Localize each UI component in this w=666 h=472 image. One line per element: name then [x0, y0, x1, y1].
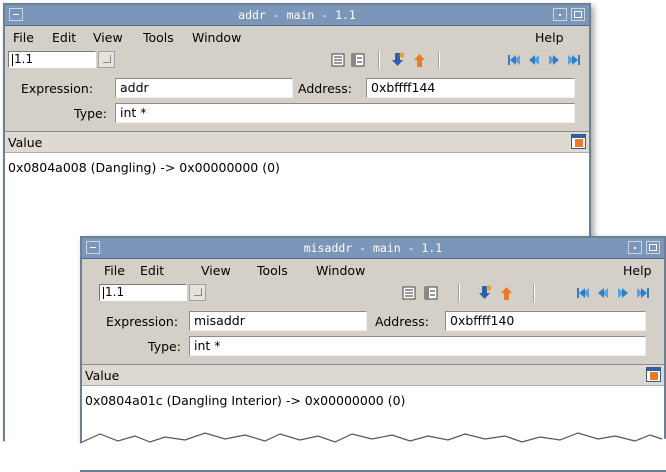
menu-help[interactable]: Help	[535, 30, 564, 45]
menu-edit[interactable]: Edit	[52, 30, 76, 45]
previous-icon[interactable]	[525, 51, 543, 69]
panel-layout-icon[interactable]	[646, 367, 661, 382]
menu-file[interactable]: File	[13, 30, 34, 45]
menu-edit[interactable]: Edit	[140, 263, 164, 278]
title-bar[interactable]: addr - main - 1.1	[5, 5, 589, 26]
window-title: addr - main - 1.1	[238, 8, 356, 22]
toolbar-separator	[458, 284, 460, 302]
window-title: misaddr - main - 1.1	[303, 241, 443, 255]
expand-icon[interactable]	[422, 284, 440, 302]
value-header-label: Value	[8, 135, 43, 150]
address-field[interactable]: 0xbffff144	[366, 78, 575, 98]
previous-icon[interactable]	[594, 284, 612, 302]
toolbar-separator	[378, 51, 380, 69]
panel-layout-icon[interactable]	[571, 134, 586, 149]
menu-tools[interactable]: Tools	[257, 263, 288, 278]
value-header: Value	[5, 132, 589, 153]
toolbar-separator	[438, 51, 440, 69]
frame-number-field[interactable]: 1.1	[99, 284, 187, 301]
value-header-label: Value	[85, 368, 120, 383]
last-icon[interactable]	[565, 51, 583, 69]
toolbar-separator	[533, 284, 535, 302]
address-field[interactable]: 0xbffff140	[445, 311, 646, 331]
expression-label: Expression:	[106, 314, 179, 329]
type-label: Type:	[148, 339, 181, 354]
minimize-button[interactable]	[553, 8, 567, 21]
expression-label: Expression:	[21, 81, 94, 96]
frame-number-value: 1.1	[105, 285, 125, 299]
address-label: Address:	[375, 314, 429, 329]
expand-icon[interactable]	[349, 51, 367, 69]
next-icon[interactable]	[545, 51, 563, 69]
down-arrow-icon[interactable]	[476, 284, 494, 302]
torn-edge-overlay	[0, 432, 666, 470]
expression-input[interactable]: addr	[115, 78, 293, 98]
menu-file[interactable]: File	[104, 263, 125, 278]
menu-window[interactable]: Window	[316, 263, 365, 278]
frame-number-value: 1.1	[14, 52, 34, 66]
frame-number-field[interactable]: 1.1	[8, 51, 96, 68]
last-icon[interactable]	[634, 284, 652, 302]
title-bar[interactable]: misaddr - main - 1.1	[82, 238, 664, 259]
first-icon[interactable]	[505, 51, 523, 69]
maximize-button[interactable]	[571, 8, 585, 21]
menu-bar: File Edit View Tools Window Help	[5, 26, 589, 48]
value-text: 0x0804a008 (Dangling) -> 0x00000000 (0)	[8, 160, 280, 175]
toolbar: 1.1	[82, 282, 664, 304]
value-text: 0x0804a01c (Dangling Interior) -> 0x0000…	[85, 393, 406, 408]
menu-tools[interactable]: Tools	[143, 30, 174, 45]
type-input[interactable]: int *	[189, 336, 646, 356]
frame-spin-button[interactable]	[189, 284, 206, 301]
menu-bar: File Edit View Tools Window Help	[82, 259, 664, 281]
down-arrow-icon[interactable]	[389, 51, 407, 69]
type-input[interactable]: int *	[115, 103, 575, 123]
first-icon[interactable]	[574, 284, 592, 302]
frame-spin-button[interactable]	[98, 51, 115, 68]
up-arrow-icon[interactable]	[498, 284, 516, 302]
menu-window[interactable]: Window	[192, 30, 241, 45]
menu-view[interactable]: View	[93, 30, 123, 45]
address-label: Address:	[298, 81, 352, 96]
type-label: Type:	[74, 106, 107, 121]
next-icon[interactable]	[614, 284, 632, 302]
up-arrow-icon[interactable]	[411, 51, 429, 69]
minimize-button[interactable]	[628, 241, 642, 254]
menu-view[interactable]: View	[201, 263, 231, 278]
expression-input[interactable]: misaddr	[189, 311, 367, 331]
menu-help[interactable]: Help	[623, 263, 652, 278]
toolbar: 1.1	[5, 49, 589, 71]
value-header: Value	[82, 365, 664, 386]
maximize-button[interactable]	[646, 241, 660, 254]
collapse-icon[interactable]	[329, 51, 347, 69]
collapse-icon[interactable]	[400, 284, 418, 302]
